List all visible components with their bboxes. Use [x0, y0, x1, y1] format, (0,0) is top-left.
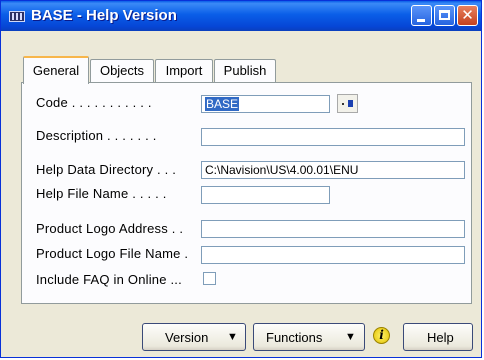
- help-data-directory-label: Help Data Directory . . .: [36, 162, 177, 177]
- code-lookup-button[interactable]: [337, 94, 358, 113]
- close-button[interactable]: ✕: [457, 5, 478, 26]
- tab-import[interactable]: Import: [155, 59, 213, 82]
- help-version-window: BASE - Help Version ✕ General Objects Im…: [0, 0, 482, 358]
- info-icon: i: [373, 327, 390, 344]
- tab-publish[interactable]: Publish: [214, 59, 276, 82]
- close-icon: ✕: [461, 6, 474, 24]
- dropdown-arrow-icon: ▼: [227, 331, 238, 343]
- help-button-label: Help: [427, 330, 454, 345]
- window-title: BASE - Help Version: [31, 7, 177, 24]
- description-label: Description . . . . . . .: [36, 128, 157, 143]
- functions-button[interactable]: Functions ▼: [253, 323, 365, 351]
- description-field[interactable]: [201, 128, 465, 146]
- window-app-icon[interactable]: [9, 11, 25, 22]
- product-logo-address-field[interactable]: [201, 220, 465, 238]
- lookup-icon: [342, 103, 344, 105]
- code-field[interactable]: BASE: [201, 95, 330, 113]
- code-label: Code . . . . . . . . . . .: [36, 95, 152, 110]
- minimize-button[interactable]: [411, 5, 432, 26]
- include-faq-checkbox[interactable]: [203, 272, 216, 285]
- minimize-icon: [417, 19, 425, 22]
- version-button-label: Version: [165, 330, 209, 345]
- product-logo-address-label: Product Logo Address . .: [36, 221, 184, 236]
- help-button[interactable]: Help: [403, 323, 473, 351]
- tab-objects[interactable]: Objects: [90, 59, 154, 82]
- product-logo-file-name-label: Product Logo File Name .: [36, 246, 189, 261]
- include-faq-label: Include FAQ in Online ...: [36, 272, 182, 287]
- maximize-icon: [439, 10, 450, 20]
- help-file-name-label: Help File Name . . . . .: [36, 186, 167, 201]
- tab-general[interactable]: General: [23, 56, 89, 84]
- product-logo-file-name-field[interactable]: [201, 246, 465, 264]
- version-button[interactable]: Version ▼: [142, 323, 246, 351]
- functions-button-label: Functions: [266, 330, 323, 345]
- help-file-name-field[interactable]: [201, 186, 330, 204]
- info-button[interactable]: i: [370, 323, 394, 351]
- title-bar[interactable]: BASE - Help Version ✕: [1, 1, 481, 31]
- maximize-button[interactable]: [434, 5, 455, 26]
- help-data-directory-field[interactable]: C:\Navision\US\4.00.01\ENU: [201, 161, 465, 179]
- code-value: BASE: [205, 97, 240, 111]
- dropdown-arrow-icon: ▼: [345, 331, 356, 343]
